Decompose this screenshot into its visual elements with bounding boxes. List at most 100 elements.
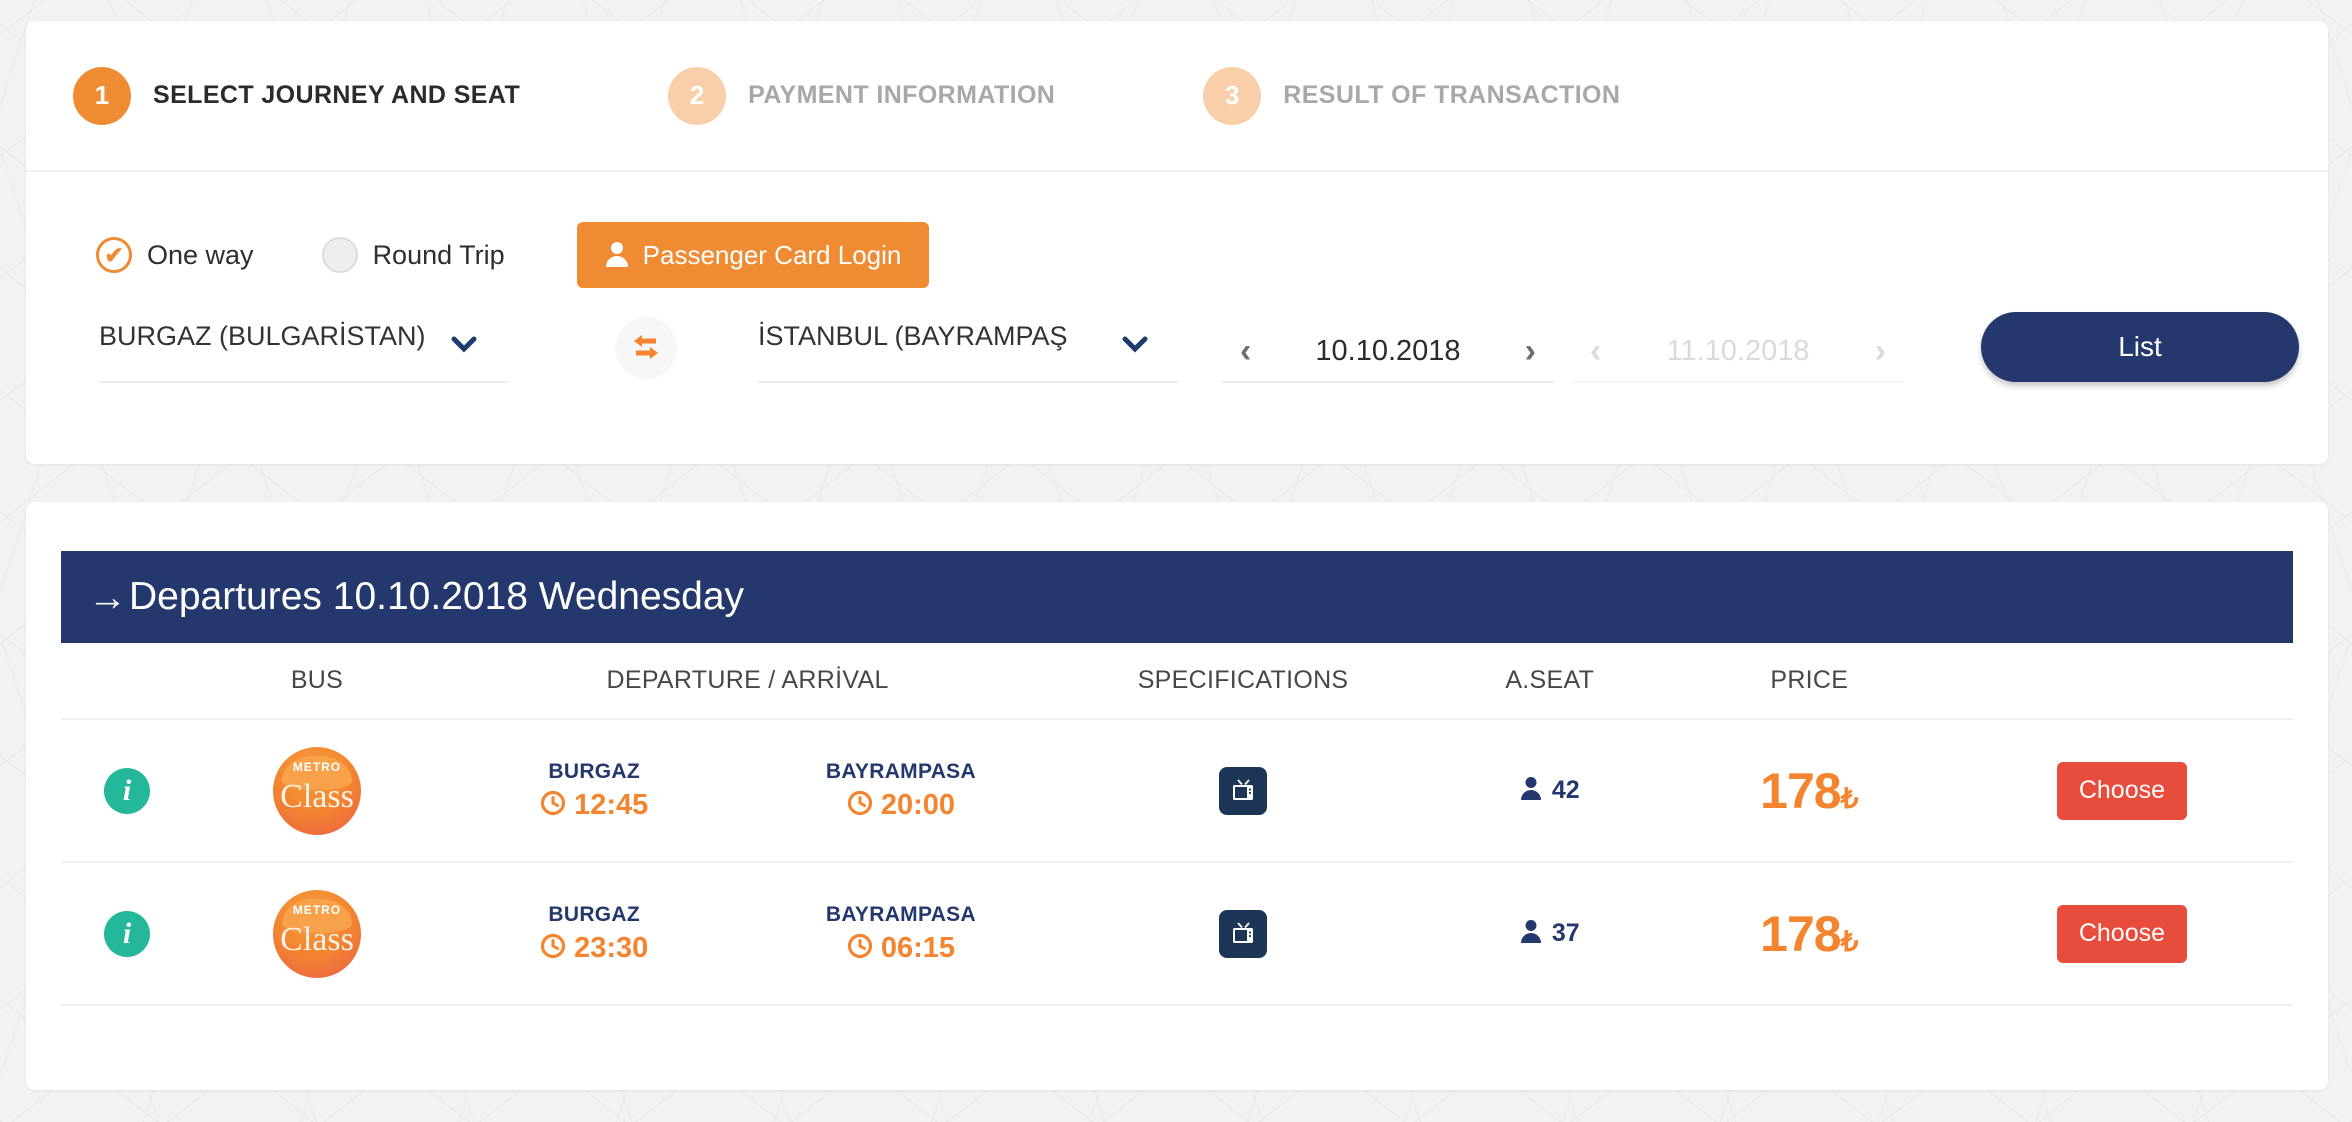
departure-block: BURGAZ 23:30 <box>441 903 748 965</box>
info-icon[interactable]: i <box>104 910 151 957</box>
search-controls-row: BURGAZ (BULGARİSTAN) İSTANBUL (BAYRAMPAŞ <box>26 312 2328 431</box>
row-info-cell: i <box>61 862 194 1006</box>
step-3-label: RESULT OF TRANSACTION <box>1283 81 1621 109</box>
arrival-block: BAYRAMPASA 06:15 <box>748 903 1055 965</box>
row-route-cell: BURGAZ 12:45 BAYRAMPASA 20:00 <box>440 719 1055 863</box>
step-1-number: 1 <box>73 66 131 125</box>
departure-block: BURGAZ 12:45 <box>441 760 748 822</box>
price-currency: ₺ <box>1840 925 1859 957</box>
price-currency: ₺ <box>1840 782 1859 814</box>
column-header-specifications: SPECIFICATIONS <box>1054 643 1432 720</box>
column-header-action <box>1950 643 2293 720</box>
available-seats-value: 42 <box>1551 776 1580 804</box>
tv-icon <box>1219 766 1268 815</box>
bus-brand-logo: METRO Class <box>272 746 361 835</box>
available-seats-value: 37 <box>1551 919 1580 947</box>
departures-header-bar: → Departures 10.10.2018 Wednesday <box>61 551 2293 643</box>
info-icon[interactable]: i <box>104 767 151 814</box>
row-available-seats-cell: 42 <box>1431 719 1668 863</box>
row-info-cell: i <box>61 719 194 863</box>
bus-brand-bottom: Class <box>280 777 354 815</box>
return-date-prev-button: ‹ <box>1590 332 1602 370</box>
choose-button[interactable]: Choose <box>2056 761 2187 820</box>
destination-select-value: İSTANBUL (BAYRAMPAŞ <box>758 321 1068 351</box>
stepper-step-result-of-transaction[interactable]: 3 RESULT OF TRANSACTION <box>1203 66 1621 125</box>
departure-time: 23:30 <box>574 931 649 964</box>
radio-one-way-mark[interactable]: ✔ <box>96 237 132 273</box>
stepper-step-payment-information[interactable]: 2 PAYMENT INFORMATION <box>668 66 1056 125</box>
choose-button[interactable]: Choose <box>2056 904 2187 963</box>
departure-date-picker[interactable]: ‹ 10.10.2018 › <box>1222 321 1554 383</box>
step-1-label: SELECT JOURNEY AND SEAT <box>153 81 521 109</box>
departures-header-title: Departures 10.10.2018 Wednesday <box>129 575 745 618</box>
step-3-number: 3 <box>1203 66 1262 125</box>
column-header-available-seats: A.SEAT <box>1431 643 1668 720</box>
price-amount: 178 <box>1760 905 1841 962</box>
tv-icon <box>1219 909 1268 958</box>
departure-date-next-button[interactable]: › <box>1519 334 1542 368</box>
clock-icon <box>847 790 873 820</box>
departure-date-prev-button[interactable]: ‹ <box>1234 334 1257 368</box>
stepper-step-select-journey[interactable]: 1 SELECT JOURNEY AND SEAT <box>73 66 521 125</box>
radio-one-way-label: One way <box>147 239 254 270</box>
departure-time-row: 23:30 <box>441 932 748 965</box>
user-icon <box>605 241 629 270</box>
departure-date-value[interactable]: 10.10.2018 <box>1315 335 1460 368</box>
row-bus-cell: METRO Class <box>193 719 441 863</box>
row-action-cell: Choose <box>1950 862 2293 1006</box>
chevron-down-icon <box>451 331 477 362</box>
step-2-label: PAYMENT INFORMATION <box>748 81 1056 109</box>
row-specifications-cell <box>1054 719 1432 863</box>
list-button[interactable]: List <box>1981 312 2299 382</box>
arrival-time-row: 20:00 <box>748 789 1055 822</box>
arrival-time-row: 06:15 <box>748 932 1055 965</box>
destination-select[interactable]: İSTANBUL (BAYRAMPAŞ <box>758 321 1178 383</box>
row-price-cell: 178₺ <box>1667 862 1951 1006</box>
trip-type-row: ✔ One way Round Trip Passenger Card Logi… <box>96 222 930 288</box>
person-icon <box>1520 776 1542 805</box>
departure-time-row: 12:45 <box>441 789 748 822</box>
column-header-info <box>61 643 194 720</box>
arrival-time: 20:00 <box>880 788 956 821</box>
check-icon: ✔ <box>104 241 124 268</box>
arrival-time: 06:15 <box>880 931 956 964</box>
table-header-row: BUS DEPARTURE / ARRİVAL SPECIFICATIONS A… <box>61 643 2293 720</box>
radio-one-way[interactable]: ✔ One way <box>96 237 254 273</box>
chevron-down-icon <box>1122 331 1148 362</box>
checkout-stepper: 1 SELECT JOURNEY AND SEAT 2 PAYMENT INFO… <box>26 21 2328 172</box>
departures-table: BUS DEPARTURE / ARRİVAL SPECIFICATIONS A… <box>61 643 2293 1006</box>
row-route-cell: BURGAZ 23:30 BAYRAMPASA 06:15 <box>440 862 1055 1006</box>
radio-round-trip[interactable]: Round Trip <box>321 237 505 273</box>
arrival-block: BAYRAMPASA 20:00 <box>748 760 1055 822</box>
passenger-card-login-label: Passenger Card Login <box>642 239 902 270</box>
column-header-bus: BUS <box>193 643 441 720</box>
person-icon <box>1520 919 1542 948</box>
row-price-cell: 178₺ <box>1667 719 1951 863</box>
passenger-card-login-button[interactable]: Passenger Card Login <box>576 222 930 288</box>
row-bus-cell: METRO Class <box>193 862 441 1006</box>
table-row: i METRO Class BURGAZ <box>61 719 2293 863</box>
swap-direction-button[interactable] <box>615 317 677 379</box>
row-available-seats-cell: 37 <box>1431 862 1668 1006</box>
origin-select[interactable]: BURGAZ (BULGARİSTAN) <box>99 321 507 383</box>
arrival-city: BAYRAMPASA <box>825 902 976 926</box>
price-amount: 178 <box>1760 762 1841 819</box>
bus-brand-logo: METRO Class <box>272 889 361 978</box>
clock-icon <box>540 933 566 963</box>
column-header-price: PRICE <box>1667 643 1951 720</box>
return-date-next-button: › <box>1874 332 1886 370</box>
results-card: → Departures 10.10.2018 Wednesday BUS DE… <box>26 502 2328 1090</box>
departure-city: BURGAZ <box>548 902 641 926</box>
clock-icon <box>847 933 873 963</box>
departure-city: BURGAZ <box>548 759 641 783</box>
step-2-number: 2 <box>668 66 727 125</box>
radio-round-trip-label: Round Trip <box>372 239 505 270</box>
departure-time: 12:45 <box>574 788 649 821</box>
row-specifications-cell <box>1054 862 1432 1006</box>
arrow-right-icon: → <box>88 575 127 619</box>
row-action-cell: Choose <box>1950 719 2293 863</box>
swap-horizontal-icon <box>630 332 662 365</box>
table-row: i METRO Class BURGAZ <box>61 862 2293 1006</box>
clock-icon <box>540 790 566 820</box>
radio-round-trip-mark[interactable] <box>321 237 358 273</box>
